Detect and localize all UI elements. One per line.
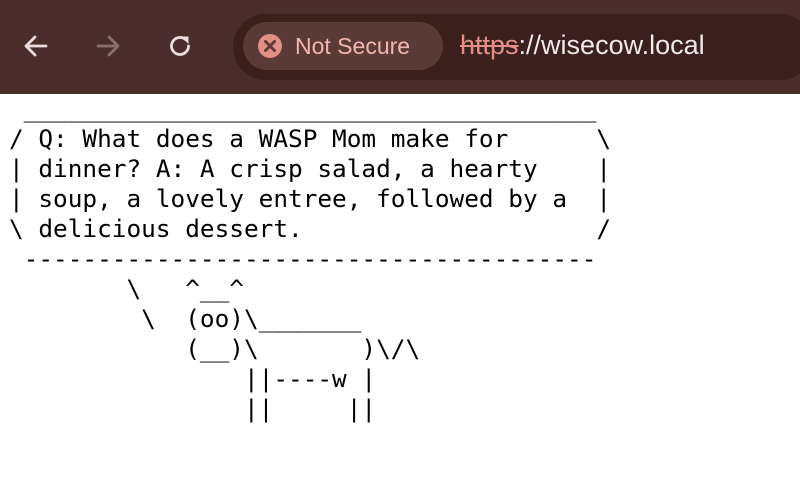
page-content: _______________________________________ … xyxy=(0,94,800,484)
back-button[interactable] xyxy=(16,26,56,66)
url-text[interactable]: https://wisecow.local xyxy=(460,30,705,61)
security-label: Not Secure xyxy=(295,32,411,59)
cowsay-text: _______________________________________ … xyxy=(9,94,612,423)
browser-toolbar: Not Secure https://wisecow.local xyxy=(0,0,800,94)
url-scheme: https xyxy=(460,30,519,60)
security-indicator[interactable]: Not Secure xyxy=(243,22,443,70)
reload-icon xyxy=(166,32,194,60)
forward-button[interactable] xyxy=(88,26,128,66)
arrow-right-icon xyxy=(94,32,122,60)
arrow-left-icon xyxy=(22,32,50,60)
reload-button[interactable] xyxy=(160,26,200,66)
url-host: ://wisecow.local xyxy=(518,30,705,60)
warning-x-circle-icon xyxy=(257,33,283,59)
